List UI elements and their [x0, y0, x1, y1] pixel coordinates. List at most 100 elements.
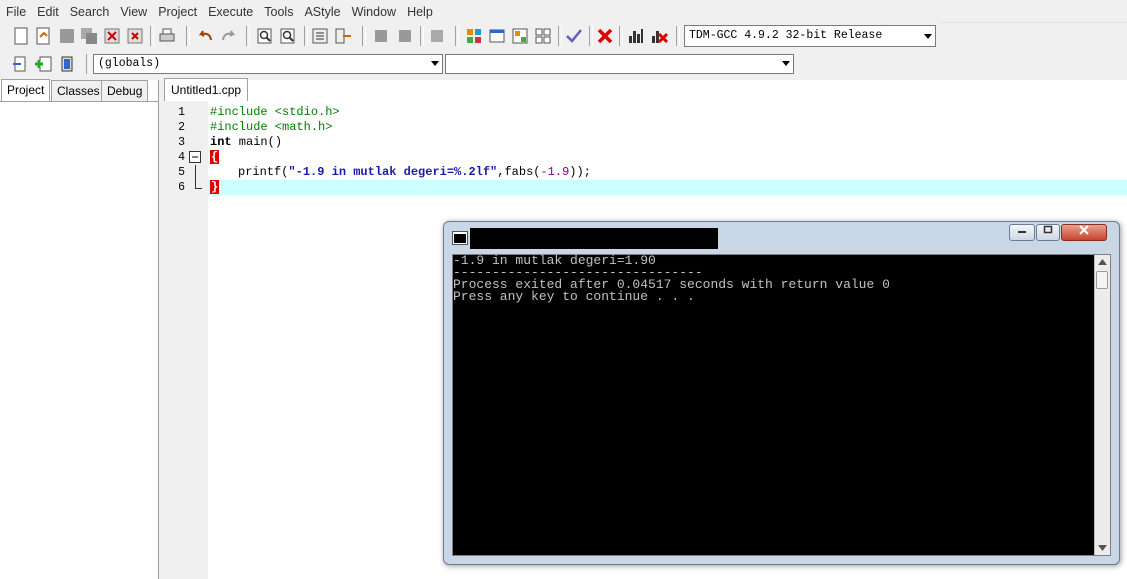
chevron-down-icon: [924, 34, 932, 39]
close-icon: [1079, 225, 1089, 235]
project-options-icon[interactable]: [511, 27, 529, 45]
new-class-icon[interactable]: [465, 27, 483, 45]
menu-search[interactable]: Search: [64, 0, 115, 19]
keyword: int: [210, 135, 232, 149]
redo-icon[interactable]: [220, 27, 238, 45]
menu-view[interactable]: View: [114, 0, 152, 19]
compiler-select[interactable]: TDM-GCC 4.9.2 32-bit Release: [684, 25, 936, 47]
close-button[interactable]: [1061, 224, 1107, 241]
menu-bar: File Edit Search View Project Execute Tools ASt…: [0, 0, 1127, 23]
close-all-icon[interactable]: [126, 27, 144, 45]
menu-edit[interactable]: Edit: [31, 0, 64, 19]
close-file-icon[interactable]: [103, 27, 121, 45]
tab-project[interactable]: Project: [1, 79, 51, 102]
tab-classes[interactable]: Classes: [51, 80, 106, 101]
toolbar-separator: [246, 26, 250, 46]
line-number: 1: [178, 106, 185, 119]
console-line: Press any key to continue . . .: [453, 289, 695, 304]
menu-astyle[interactable]: AStyle: [298, 0, 345, 19]
compile-icon[interactable]: [311, 27, 329, 45]
line-number: 2: [178, 121, 185, 134]
minimize-icon: [1018, 231, 1026, 233]
profile-icon[interactable]: [627, 27, 645, 45]
console-output: -1.9 in mutlak degeri=1.90 -------------…: [452, 254, 1111, 556]
code-line[interactable]: 4{: [164, 150, 1127, 165]
scope-select[interactable]: (globals): [93, 54, 443, 74]
check-syntax-icon[interactable]: [565, 27, 583, 45]
string-literal: "-1.9 in mutlak degeri=%.2lf": [288, 165, 498, 179]
console-icon: [452, 231, 468, 245]
indent-icon[interactable]: [372, 27, 390, 45]
menu-project[interactable]: Project: [152, 0, 202, 19]
project-panel: Project Classes Debug: [0, 79, 159, 579]
member-select[interactable]: [445, 54, 794, 74]
number-literal: -1.9: [540, 165, 570, 179]
stop-icon[interactable]: [596, 27, 614, 45]
toolbar-separator: [589, 26, 593, 46]
delete-profile-icon[interactable]: [650, 27, 668, 45]
undo-icon[interactable]: [196, 27, 214, 45]
fold-minus-icon[interactable]: [189, 151, 202, 164]
code-text: ,fabs(: [497, 165, 541, 179]
print-icon[interactable]: [158, 27, 176, 45]
active-code-line[interactable]: 6}: [164, 180, 1127, 195]
toolbar-separator: [186, 26, 190, 46]
console-window[interactable]: -1.9 in mutlak degeri=1.90 -------------…: [443, 221, 1120, 565]
code-text: #include <stdio.h>: [210, 105, 340, 119]
save-icon[interactable]: [58, 27, 76, 45]
find-icon[interactable]: [256, 27, 274, 45]
toolbar-separator: [676, 26, 680, 46]
toolbar-separator: [455, 26, 459, 46]
toggle-comment-icon[interactable]: [428, 27, 446, 45]
toolbar-separator: [304, 26, 308, 46]
menu-execute[interactable]: Execute: [202, 0, 258, 19]
line-number: 4: [178, 151, 185, 164]
code-line[interactable]: 2 #include <math.h>: [164, 120, 1127, 135]
insert-icon[interactable]: [12, 55, 30, 73]
minimize-button[interactable]: [1009, 224, 1035, 241]
code-line[interactable]: 3 int main(): [164, 135, 1127, 150]
maximize-icon: [1043, 225, 1053, 234]
class-toolbar: (globals): [0, 50, 796, 78]
window-icon[interactable]: [488, 27, 506, 45]
save-all-icon[interactable]: [80, 27, 98, 45]
menu-file[interactable]: File: [0, 0, 31, 19]
menu-help[interactable]: Help: [401, 0, 438, 19]
scroll-up-icon[interactable]: [1098, 259, 1107, 265]
toolbar-separator: [86, 54, 90, 74]
tab-divider: [0, 101, 158, 102]
function-name: printf(: [238, 165, 289, 179]
toolbar-separator: [558, 26, 562, 46]
maximize-button[interactable]: [1036, 224, 1060, 241]
bookmark-icon[interactable]: [58, 55, 76, 73]
goto-line-icon[interactable]: [334, 27, 352, 45]
code-text: main(): [231, 135, 283, 149]
chevron-down-icon: [431, 61, 439, 66]
code-line[interactable]: 1 #include <stdio.h>: [164, 105, 1127, 120]
code-text: ));: [569, 165, 591, 179]
grid-icon[interactable]: [534, 27, 552, 45]
scroll-thumb[interactable]: [1096, 271, 1108, 289]
toolbar-separator: [619, 26, 623, 46]
fold-end-line: [195, 180, 202, 189]
open-file-icon[interactable]: [34, 27, 52, 45]
menu-window[interactable]: Window: [346, 0, 401, 19]
close-brace: }: [210, 180, 220, 194]
add-to-project-icon[interactable]: [35, 55, 53, 73]
tab-untitled1-cpp[interactable]: Untitled1.cpp: [164, 78, 249, 101]
chevron-down-icon: [782, 61, 790, 66]
compiler-select-value: TDM-GCC 4.9.2 32-bit Release: [689, 29, 883, 42]
scroll-down-icon[interactable]: [1098, 545, 1107, 551]
toolbar-separator: [150, 26, 154, 46]
toolbar-separator: [420, 26, 424, 46]
code-line[interactable]: 5 printf("-1.9 in mutlak degeri=%.2lf",fa…: [164, 165, 1127, 180]
console-scrollbar[interactable]: [1094, 255, 1110, 555]
unindent-icon[interactable]: [396, 27, 414, 45]
menu-tools[interactable]: Tools: [258, 0, 298, 19]
code-text: #include <math.h>: [210, 120, 333, 134]
line-number: 5: [178, 166, 185, 179]
tab-debug[interactable]: Debug: [101, 80, 149, 101]
replace-icon[interactable]: [279, 27, 297, 45]
new-file-icon[interactable]: [12, 27, 30, 45]
toolbar-separator: [362, 26, 366, 46]
